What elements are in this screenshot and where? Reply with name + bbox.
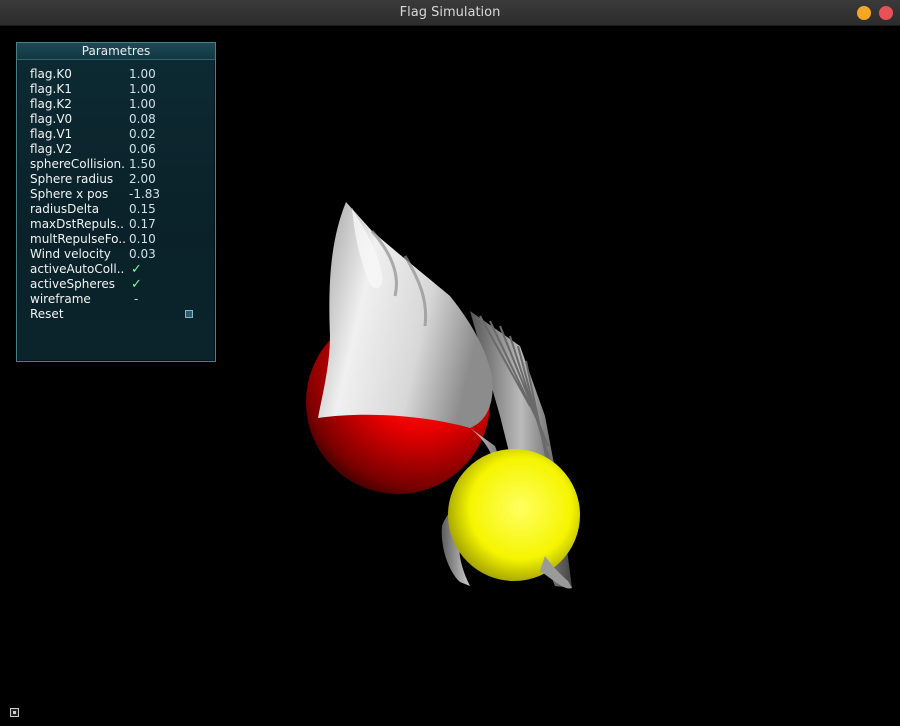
- toggle-row-wireframe[interactable]: wireframe -: [30, 292, 205, 307]
- param-label: flag.K0: [30, 67, 72, 81]
- param-row-sphere-x-pos[interactable]: Sphere x pos -1.83: [30, 187, 205, 202]
- param-value[interactable]: 0.02: [129, 127, 156, 142]
- param-label: flag.V1: [30, 127, 73, 141]
- param-label: Wind velocity: [30, 247, 111, 261]
- panel-body: flag.K0 1.00 flag.K1 1.00 flag.K2 1.00 f…: [30, 67, 205, 322]
- panel-title: Parametres: [17, 43, 215, 60]
- param-label: Sphere x pos: [30, 187, 109, 201]
- param-value[interactable]: 0.17: [129, 217, 156, 232]
- param-row-flag-k1[interactable]: flag.K1 1.00: [30, 82, 205, 97]
- param-row-sphere-radius[interactable]: Sphere radius 2.00: [30, 172, 205, 187]
- unchecked-dash-icon[interactable]: -: [134, 292, 138, 307]
- param-value[interactable]: 1.00: [129, 97, 156, 112]
- reset-button[interactable]: [185, 310, 193, 318]
- param-row-radius-delta[interactable]: radiusDelta 0.15: [30, 202, 205, 217]
- window-title: Flag Simulation: [399, 5, 501, 20]
- param-row-mult-repulse-force[interactable]: multRepulseFo.. 0.10: [30, 232, 205, 247]
- checkmark-icon[interactable]: ✓: [131, 277, 142, 292]
- toggle-label: activeSpheres: [30, 277, 116, 291]
- minimize-button[interactable]: [857, 6, 871, 20]
- toggle-label: wireframe: [30, 292, 91, 306]
- param-row-max-dst-repulse[interactable]: maxDstRepuls.. 0.17: [30, 217, 205, 232]
- param-label: Sphere radius: [30, 172, 114, 186]
- param-label: radiusDelta: [30, 202, 100, 216]
- param-label: multRepulseFo..: [30, 232, 126, 246]
- param-row-flag-k0[interactable]: flag.K0 1.00: [30, 67, 205, 82]
- parameters-panel[interactable]: Parametres flag.K0 1.00 flag.K1 1.00 fla…: [16, 42, 216, 362]
- param-row-flag-v1[interactable]: flag.V1 0.02: [30, 127, 205, 142]
- param-value[interactable]: 1.50: [129, 157, 156, 172]
- param-value[interactable]: 0.06: [129, 142, 156, 157]
- param-row-flag-v2[interactable]: flag.V2 0.06: [30, 142, 205, 157]
- title-bar[interactable]: Flag Simulation: [0, 0, 900, 26]
- param-value[interactable]: 0.08: [129, 112, 156, 127]
- param-value[interactable]: 0.03: [129, 247, 156, 262]
- param-row-flag-v0[interactable]: flag.V0 0.08: [30, 112, 205, 127]
- toggle-row-active-spheres[interactable]: activeSpheres ✓: [30, 277, 205, 292]
- param-label: flag.K1: [30, 82, 72, 96]
- param-value[interactable]: 1.00: [129, 82, 156, 97]
- param-value[interactable]: 0.15: [129, 202, 156, 217]
- param-row-sphere-collision[interactable]: sphereCollision.. 1.50: [30, 157, 205, 172]
- toggle-row-active-auto-collision[interactable]: activeAutoColl.. ✓: [30, 262, 205, 277]
- reset-label: Reset: [30, 307, 64, 321]
- param-label: flag.K2: [30, 97, 72, 111]
- close-button[interactable]: [879, 6, 893, 20]
- param-value[interactable]: -1.83: [129, 187, 160, 202]
- reset-row[interactable]: Reset: [30, 307, 205, 322]
- param-value[interactable]: 1.00: [129, 67, 156, 82]
- gui-toggle-icon[interactable]: [10, 708, 19, 717]
- param-row-wind-velocity[interactable]: Wind velocity 0.03: [30, 247, 205, 262]
- toggle-label: activeAutoColl..: [30, 262, 125, 276]
- checkmark-icon[interactable]: ✓: [131, 262, 142, 277]
- param-value[interactable]: 2.00: [129, 172, 156, 187]
- cloth-main: [318, 202, 493, 428]
- app-window: Flag Simulation Parametres flag.K0 1.00 …: [0, 0, 900, 726]
- param-label: flag.V2: [30, 142, 73, 156]
- param-label: maxDstRepuls..: [30, 217, 124, 231]
- param-row-flag-k2[interactable]: flag.K2 1.00: [30, 97, 205, 112]
- yellow-sphere: [448, 449, 580, 581]
- param-label: sphereCollision..: [30, 157, 126, 171]
- param-label: flag.V0: [30, 112, 73, 126]
- param-value[interactable]: 0.10: [129, 232, 156, 247]
